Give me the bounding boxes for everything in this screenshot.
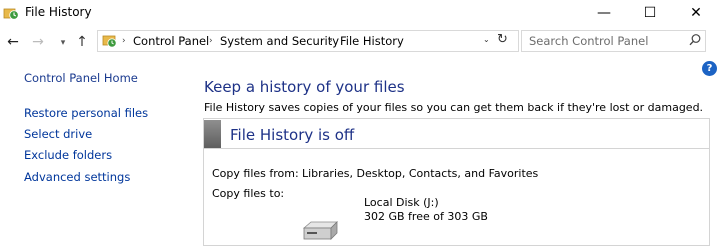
window-title: File History — [25, 5, 92, 19]
breadcrumb-system-and-security[interactable]: System and Security — [220, 34, 339, 48]
page-heading: Keep a history of your files — [204, 78, 405, 96]
status-indicator — [204, 120, 221, 148]
control-panel-home-link[interactable]: Control Panel Home — [24, 71, 138, 85]
copy-to-label: Copy files to: — [212, 187, 285, 200]
back-button[interactable]: ← — [5, 34, 21, 50]
minimize-button[interactable]: — — [581, 0, 627, 27]
exclude-folders-link[interactable]: Exclude folders — [24, 148, 112, 162]
close-button[interactable]: ✕ — [673, 0, 719, 27]
select-drive-link[interactable]: Select drive — [24, 127, 92, 141]
breadcrumb-control-panel[interactable]: Control Panel — [133, 34, 209, 48]
search-icon[interactable] — [688, 33, 702, 47]
copy-from-value: Libraries, Desktop, Contacts, and Favori… — [302, 167, 539, 180]
maximize-button[interactable]: ☐ — [627, 0, 673, 27]
help-icon[interactable]: ? — [702, 61, 717, 76]
drive-free-space: 302 GB free of 303 GB — [364, 210, 488, 223]
breadcrumb-file-history[interactable]: File History — [340, 34, 404, 48]
control-panel-icon — [102, 35, 117, 48]
status-title: File History is off — [230, 126, 355, 144]
restore-personal-files-link[interactable]: Restore personal files — [24, 106, 148, 120]
file-history-icon — [3, 8, 19, 20]
breadcrumb-separator: › — [209, 36, 213, 46]
hard-drive-icon — [302, 221, 338, 240]
recent-locations-button[interactable]: ▾ — [55, 35, 71, 51]
breadcrumb-separator: › — [122, 36, 126, 46]
address-dropdown-button[interactable]: ⌄ — [483, 35, 490, 44]
up-button[interactable]: ↑ — [74, 34, 90, 50]
drive-name: Local Disk (J:) — [364, 196, 439, 209]
forward-button[interactable]: → — [30, 34, 46, 50]
refresh-button[interactable]: ↻ — [497, 32, 508, 47]
breadcrumb-separator: › — [329, 36, 333, 46]
search-placeholder: Search Control Panel — [529, 34, 649, 48]
advanced-settings-link[interactable]: Advanced settings — [24, 170, 130, 184]
page-description: File History saves copies of your files … — [204, 101, 704, 114]
copy-from-label: Copy files from: — [212, 167, 299, 180]
